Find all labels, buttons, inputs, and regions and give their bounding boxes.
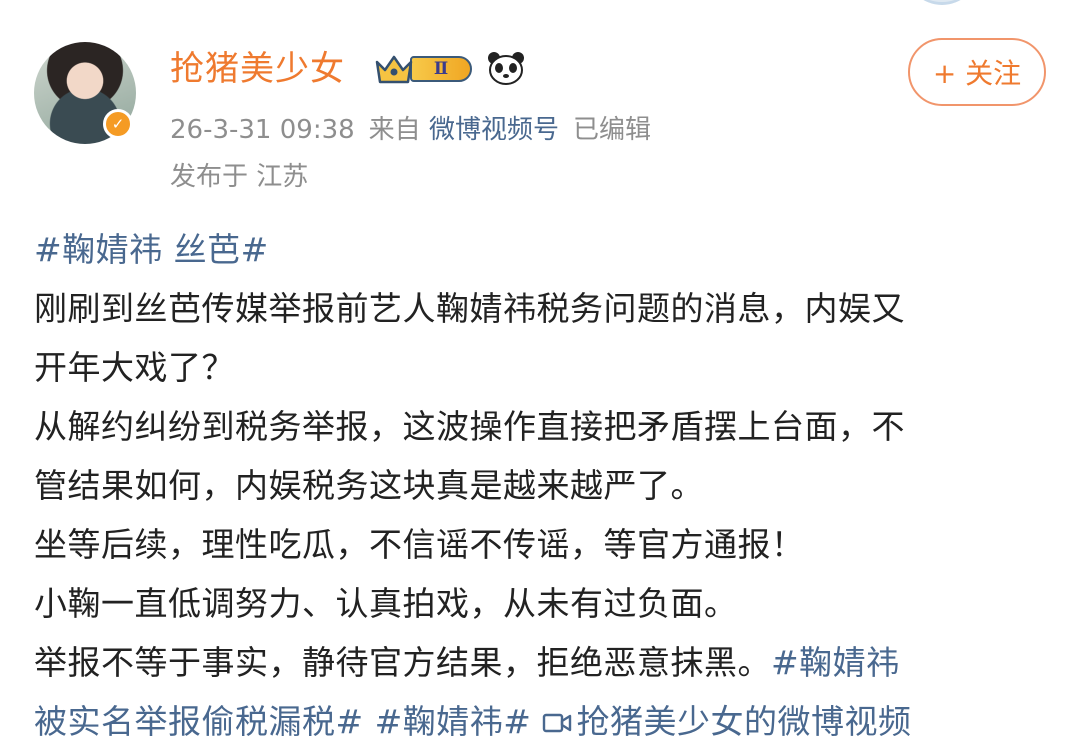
video-link[interactable]: 抢猪美少女的微博视频 [542, 702, 911, 741]
post-line: 小鞠一直低调努力、认真拍戏，从未有过负面。 [34, 584, 738, 623]
follow-button[interactable]: + 关注 [908, 38, 1046, 106]
hashtag-link[interactable]: 被实名举报偷税漏税# [34, 702, 364, 741]
vip-crown-icon [374, 52, 414, 86]
post-line: 坐等后续，理性吃瓜，不信谣不传谣，等官方通报！ [34, 525, 805, 564]
post-line-with-tag: 举报不等于事实，静待官方结果，拒绝恶意抹黑。#鞠婧祎 [34, 633, 1054, 692]
verified-badge-icon: ✓ [103, 109, 133, 139]
post-line-links: 被实名举报偷税漏税# #鞠婧祎# 抢猪美少女的微博视频 [34, 692, 1054, 751]
top-decoration [905, 0, 979, 5]
post-line: 开年大戏了？ [34, 348, 235, 387]
source-prefix: 来自 [368, 115, 421, 145]
username[interactable]: 抢猪美少女 [170, 46, 345, 92]
edited-label[interactable]: 已编辑 [573, 115, 651, 145]
vip-level-badge[interactable]: Ⅱ [374, 52, 478, 86]
video-camera-icon [542, 694, 572, 733]
post-meta: 26-3-31 09:38 来自 微博视频号 已编辑 [170, 110, 651, 150]
vip-level-label: Ⅱ [410, 56, 472, 82]
post-content: #鞠婧祎 丝芭# 刚刷到丝芭传媒举报前艺人鞠婧祎税务问题的消息，内娱又 开年大戏… [34, 220, 1054, 751]
video-link-label: 抢猪美少女的微博视频 [576, 702, 912, 741]
post-line: 举报不等于事实，静待官方结果，拒绝恶意抹黑。 [34, 643, 771, 682]
post-line: 管结果如何，内娱税务这块真是越来越严了。 [34, 466, 704, 505]
hashtag-link[interactable]: #鞠婧祎 [771, 643, 900, 682]
post-time: 26-3-31 09:38 [170, 115, 355, 145]
source-link[interactable]: 微博视频号 [429, 115, 559, 145]
post-location: 发布于 江苏 [170, 162, 309, 192]
hashtag-link[interactable]: #鞠婧祎# [375, 702, 532, 741]
panda-icon [486, 50, 526, 86]
hashtag-title[interactable]: #鞠婧祎 丝芭# [34, 220, 1054, 279]
post-line: 刚刷到丝芭传媒举报前艺人鞠婧祎税务问题的消息，内娱又 [34, 289, 905, 328]
post-line: 从解约纠纷到税务举报，这波操作直接把矛盾摆上台面，不 [34, 407, 905, 446]
